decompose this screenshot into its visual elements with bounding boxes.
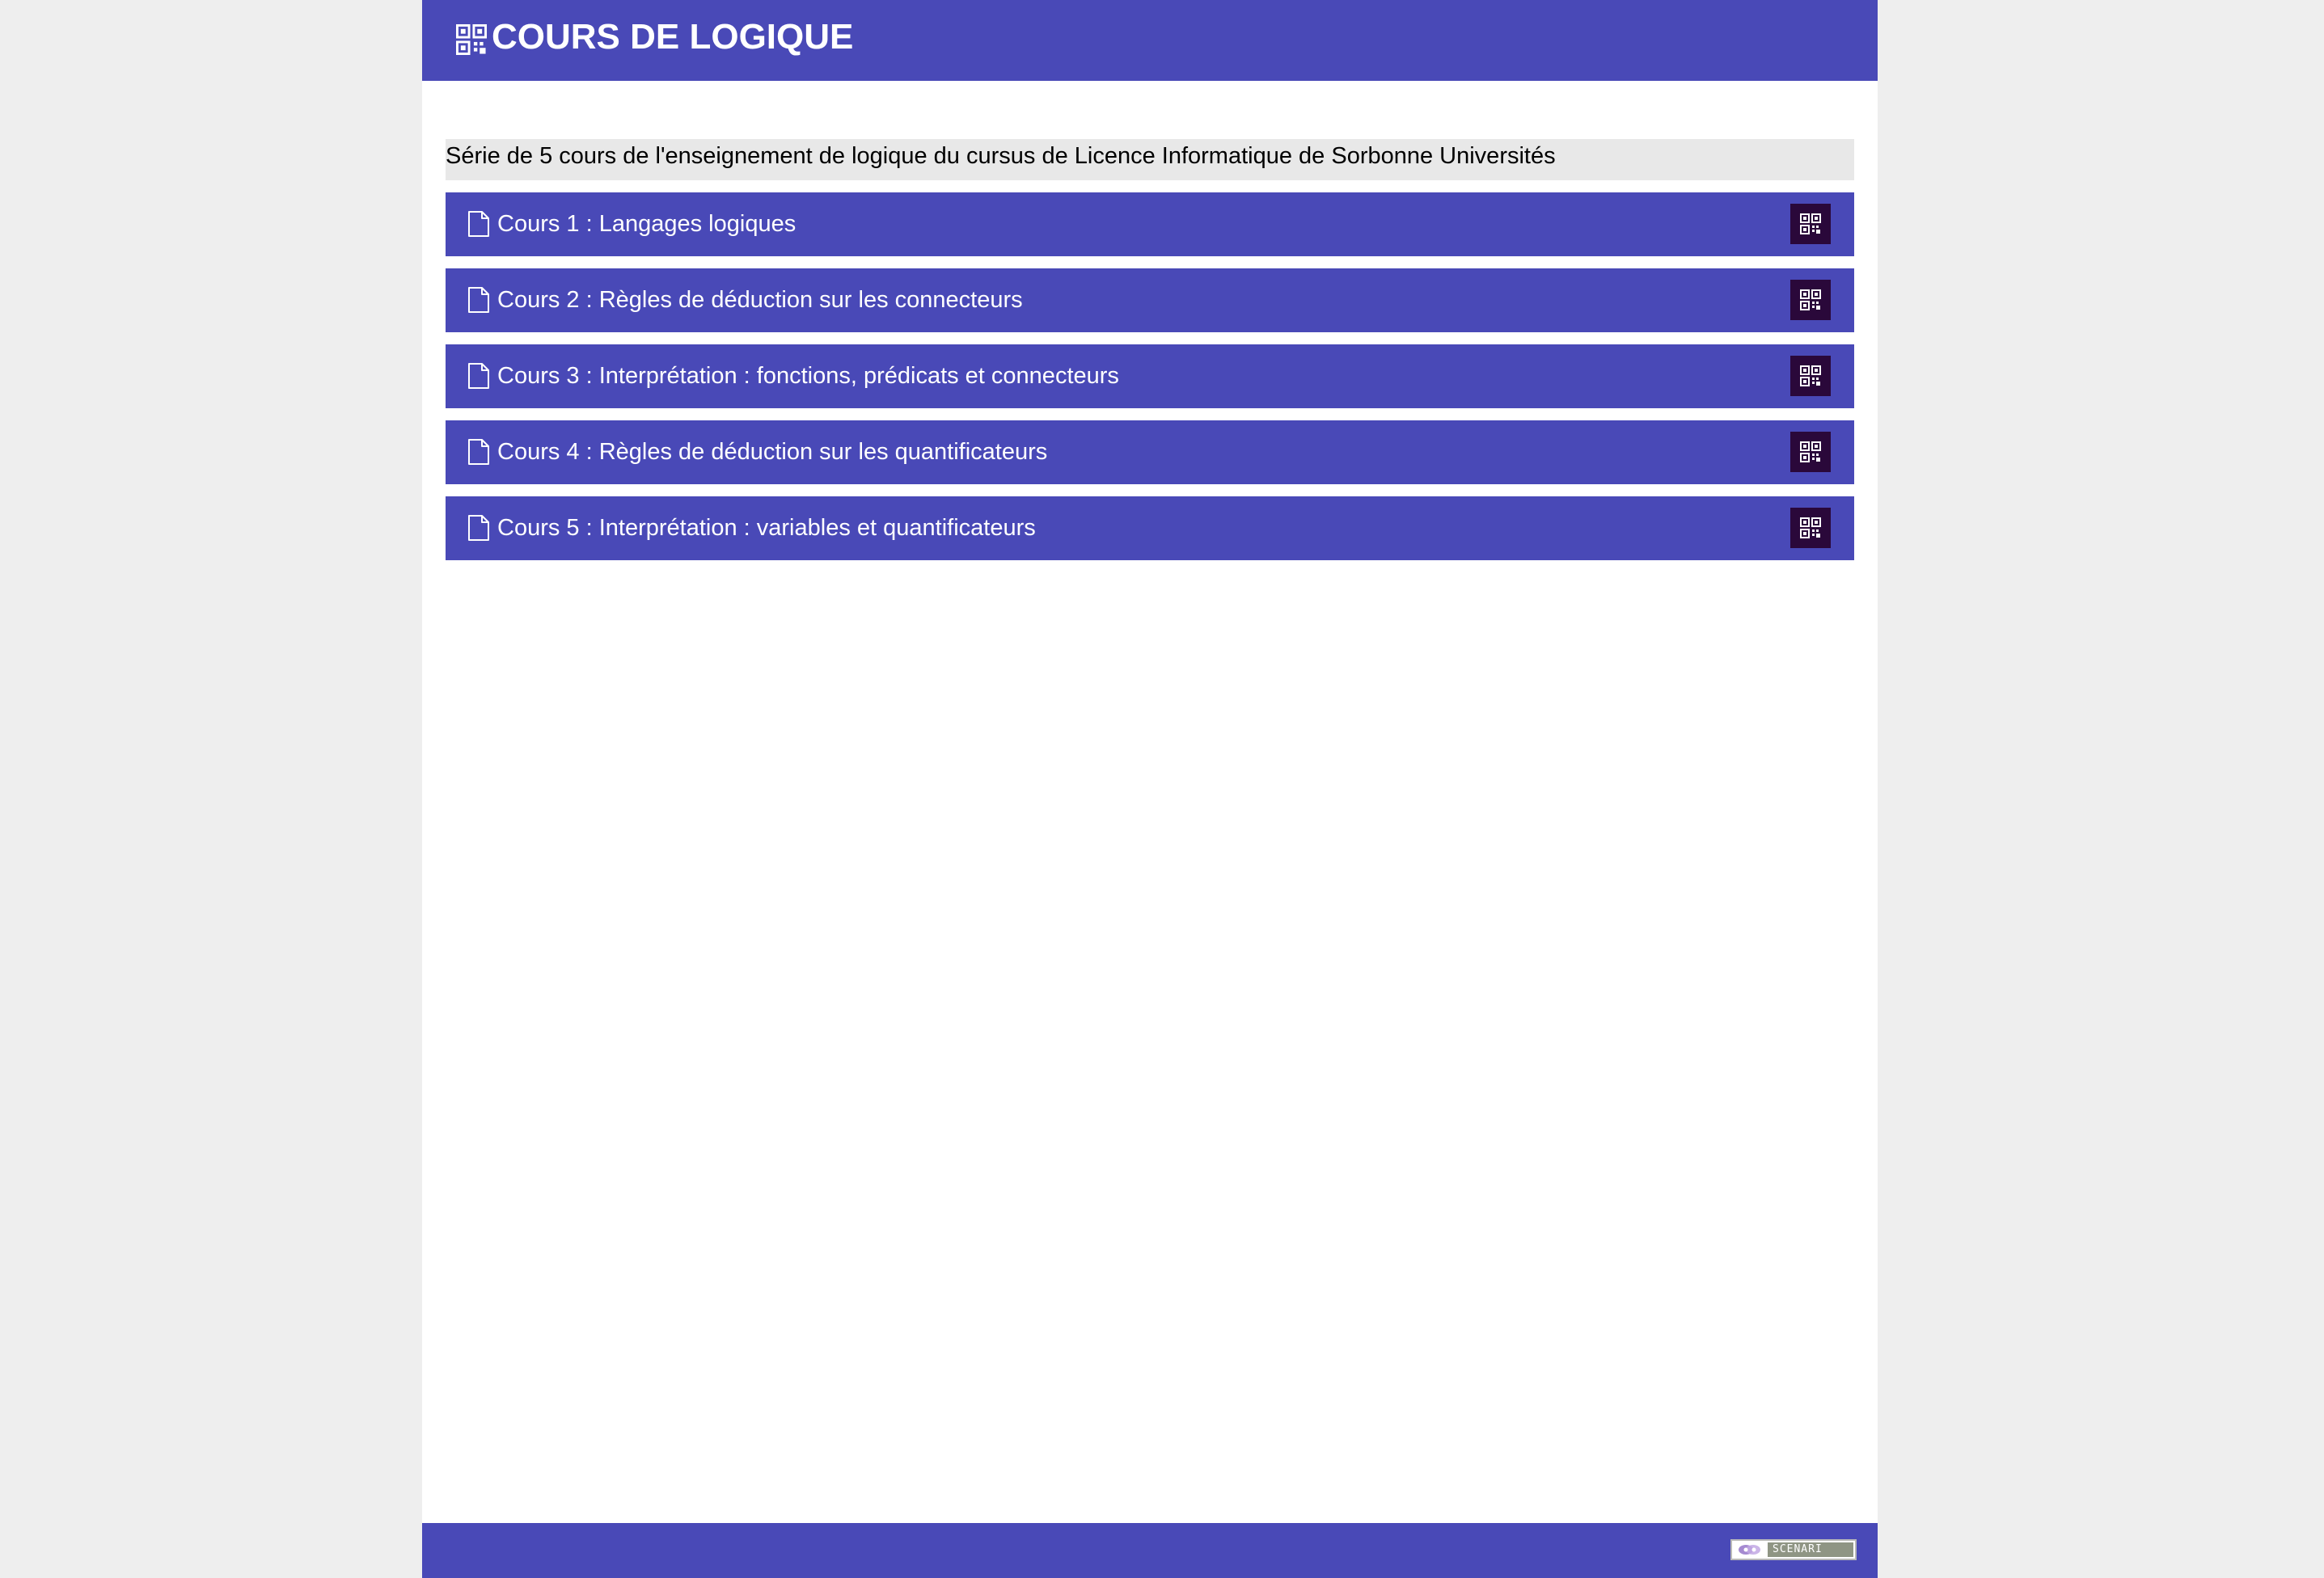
- course-item-2[interactable]: Cours 2 : Règles de déduction sur les co…: [446, 268, 1854, 332]
- qr-code-icon: [456, 24, 487, 55]
- document-icon: [468, 287, 489, 313]
- scenari-logo-icon: [1739, 1545, 1760, 1555]
- course-item-1[interactable]: Cours 1 : Langages logiques: [446, 192, 1854, 256]
- qr-code-button[interactable]: [1790, 204, 1831, 244]
- course-title[interactable]: Cours 2 : Règles de déduction sur les co…: [497, 268, 1023, 332]
- document-icon: [468, 363, 489, 389]
- page-title: COURS DE LOGIQUE: [492, 17, 854, 57]
- qr-code-icon: [1800, 213, 1821, 234]
- course-title[interactable]: Cours 1 : Langages logiques: [497, 192, 796, 256]
- qr-code-button[interactable]: [1790, 432, 1831, 472]
- qr-code-button[interactable]: [1790, 356, 1831, 396]
- qr-code-icon: [1800, 289, 1821, 310]
- scenari-badge-link[interactable]: SCENARI: [1730, 1539, 1857, 1560]
- qr-code-button[interactable]: [1790, 508, 1831, 548]
- course-title[interactable]: Cours 5 : Interprétation : variables et …: [497, 496, 1036, 560]
- course-title[interactable]: Cours 3 : Interprétation : fonctions, pr…: [497, 344, 1119, 408]
- course-title[interactable]: Cours 4 : Règles de déduction sur les qu…: [497, 420, 1047, 484]
- course-list: Cours 1 : Langages logiques Cours 2: Rè…: [446, 192, 1854, 572]
- qr-code-icon: [1800, 365, 1821, 386]
- course-item-4[interactable]: Cours 4 : Règles de déduction sur les qu…: [446, 420, 1854, 484]
- qr-code-icon: [1800, 517, 1821, 538]
- footer-bar: SCENARI: [422, 1523, 1878, 1578]
- document-icon: [468, 439, 489, 465]
- document-icon: [468, 515, 489, 541]
- header-bar: COURS DE LOGIQUE: [422, 0, 1878, 81]
- page-container: COURS DE LOGIQUE Série de 5 cours de l'e…: [422, 0, 1878, 1578]
- course-series-description: Série de 5 cours de l'enseignement de lo…: [446, 139, 1854, 180]
- qr-code-button[interactable]: [1790, 280, 1831, 320]
- scenari-badge-text: SCENARI: [1768, 1542, 1853, 1557]
- course-item-5[interactable]: Cours 5 : Interprétation : variables et …: [446, 496, 1854, 560]
- course-item-3[interactable]: Cours 3 : Interprétation : fonctions, pr…: [446, 344, 1854, 408]
- document-icon: [468, 211, 489, 237]
- qr-code-icon: [1800, 441, 1821, 462]
